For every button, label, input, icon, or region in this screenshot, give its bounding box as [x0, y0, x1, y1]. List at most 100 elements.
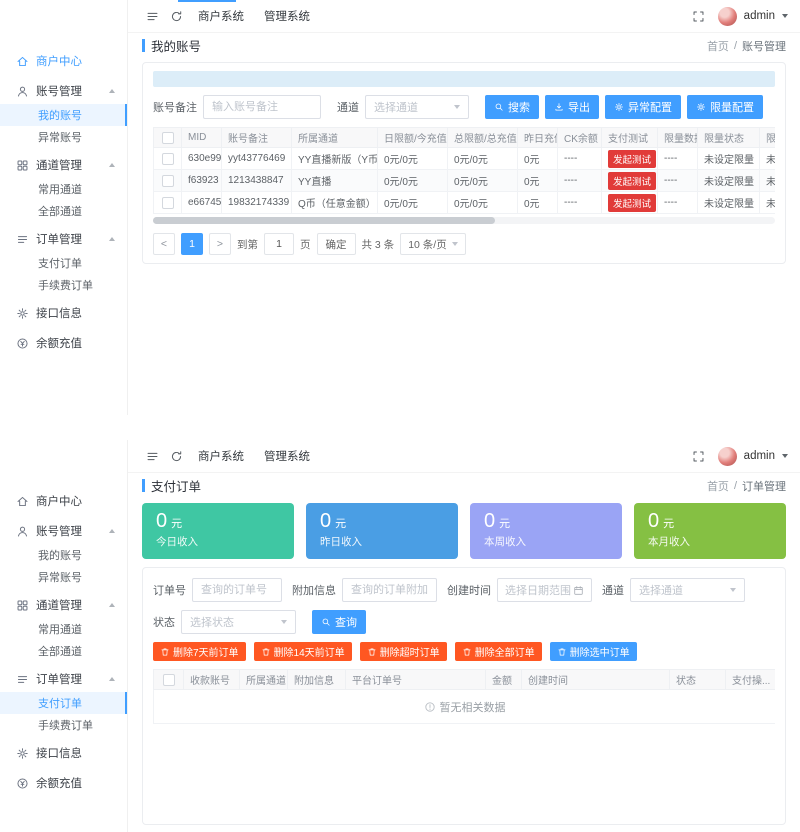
initiate-test-button[interactable]: 发起测试 [608, 194, 656, 212]
sidebar-item-all-channel[interactable]: 全部通道 [0, 640, 127, 662]
order-no-input[interactable] [192, 578, 282, 602]
menu-toggle-icon[interactable] [140, 440, 164, 472]
menu-toggle-icon[interactable] [140, 0, 164, 32]
remark-input[interactable] [203, 95, 321, 119]
channel-select[interactable]: 选择通道 [365, 95, 469, 119]
tab-admin-system[interactable]: 管理系统 [254, 440, 320, 472]
user-icon [16, 85, 29, 98]
stat-unit: 元 [499, 518, 510, 530]
next-page-button[interactable]: > [209, 233, 231, 255]
trash-icon [261, 647, 271, 657]
sidebar-item-label: 通道管理 [36, 597, 82, 613]
sidebar-item-api-info[interactable]: 接口信息 [0, 300, 127, 326]
avatar[interactable] [718, 447, 737, 466]
scrollbar-thumb[interactable] [153, 217, 495, 224]
delete-button-label: 删除7天前订单 [173, 644, 239, 659]
sidebar-item-api-info[interactable]: 接口信息 [0, 740, 127, 766]
topbar: 商户系统 管理系统 admin [128, 440, 800, 473]
select-all-checkbox[interactable] [163, 674, 175, 686]
sidebar-item-merchant-center[interactable]: 商户中心 [0, 488, 127, 514]
row-checkbox[interactable] [162, 197, 174, 209]
sidebar-item-account-mgmt[interactable]: 账号管理 [0, 78, 127, 104]
row-checkbox[interactable] [162, 153, 174, 165]
chevron-down-icon [730, 588, 736, 592]
cell-remark: yyt43776469 [222, 148, 292, 170]
confirm-page-button[interactable]: 确定 [317, 233, 356, 255]
refresh-icon[interactable] [164, 0, 188, 32]
sidebar-item-order-mgmt[interactable]: 订单管理 [0, 226, 127, 252]
stat-card-month-income: 0元本月收入 [634, 503, 786, 559]
delete-all-orders-button[interactable]: 删除全部订单 [455, 642, 542, 661]
trash-icon [367, 647, 377, 657]
sidebar-item-my-account[interactable]: 我的账号 [0, 104, 127, 126]
cell-limit_status: 未设定限量 [698, 192, 760, 214]
sidebar-item-label: 接口信息 [36, 745, 82, 761]
sidebar-item-fee-order[interactable]: 手续费订单 [0, 714, 127, 736]
sidebar-item-balance-recharge[interactable]: 余额充值 [0, 330, 127, 356]
tab-merchant-system[interactable]: 商户系统 [188, 440, 254, 472]
sidebar-item-fee-order[interactable]: 手续费订单 [0, 274, 127, 296]
export-button-label: 导出 [568, 99, 590, 115]
delete-timeout-orders-button[interactable]: 删除超时订单 [360, 642, 447, 661]
initiate-test-button[interactable]: 发起测试 [608, 172, 656, 190]
stat-card-today-income: 0元今日收入 [142, 503, 294, 559]
cell-daily: 0元/0元 [378, 192, 448, 214]
sidebar-item-balance-recharge[interactable]: 余额充值 [0, 770, 127, 796]
column-header: 所属通道 [292, 128, 378, 148]
tab-admin-system[interactable]: 管理系统 [254, 0, 320, 32]
prev-page-button[interactable]: < [153, 233, 175, 255]
breadcrumb-home[interactable]: 首页 [707, 38, 729, 54]
page-size-select[interactable]: 10 条/页 [400, 233, 466, 255]
sidebar-item-account-mgmt[interactable]: 账号管理 [0, 518, 127, 544]
abnormal-config-button[interactable]: 异常配置 [605, 95, 681, 119]
channel-select[interactable]: 选择通道 [630, 578, 745, 602]
select-all-checkbox[interactable] [162, 132, 174, 144]
breadcrumb-home[interactable]: 首页 [707, 478, 729, 494]
sidebar-item-pay-order[interactable]: 支付订单 [0, 252, 127, 274]
goto-page-input[interactable] [264, 233, 294, 255]
channel-label: 通道 [337, 99, 359, 115]
sidebar-item-pay-order[interactable]: 支付订单 [0, 692, 127, 714]
sidebar-item-common-channel[interactable]: 常用通道 [0, 178, 127, 200]
current-page-button[interactable]: 1 [181, 233, 203, 255]
column-header: 收款账号 [184, 670, 240, 690]
user-menu[interactable]: admin [744, 450, 775, 462]
initiate-test-button[interactable]: 发起测试 [608, 150, 656, 168]
row-checkbox[interactable] [162, 175, 174, 187]
sidebar-item-channel-mgmt[interactable]: 通道管理 [0, 592, 127, 618]
cell-limit_data: ---- [658, 192, 698, 214]
sidebar-item-label: 账号管理 [36, 83, 82, 99]
sidebar-item-order-mgmt[interactable]: 订单管理 [0, 666, 127, 692]
query-button[interactable]: 查询 [312, 610, 366, 634]
status-select[interactable]: 选择状态 [181, 610, 296, 634]
column-header: 总限额/总充值 [448, 128, 518, 148]
avatar[interactable] [718, 7, 737, 26]
empty-state: 暂无相关数据 [154, 690, 776, 724]
sidebar-item-merchant-center[interactable]: 商户中心 [0, 48, 127, 74]
select-placeholder: 选择状态 [190, 614, 234, 630]
extra-info-input[interactable] [342, 578, 437, 602]
delete-14d-orders-button[interactable]: 删除14天前订单 [254, 642, 352, 661]
cell-yesterday: 0元 [518, 170, 558, 192]
fullscreen-icon[interactable] [687, 10, 711, 23]
sidebar-item-abnormal-account[interactable]: 异常账号 [0, 126, 127, 148]
delete-7d-orders-button[interactable]: 删除7天前订单 [153, 642, 246, 661]
export-button[interactable]: 导出 [545, 95, 599, 119]
sidebar-item-all-channel[interactable]: 全部通道 [0, 200, 127, 222]
cell-mid: e66745 [182, 192, 222, 214]
sidebar-item-my-account[interactable]: 我的账号 [0, 544, 127, 566]
sidebar-item-channel-mgmt[interactable]: 通道管理 [0, 152, 127, 178]
sidebar-item-abnormal-account[interactable]: 异常账号 [0, 566, 127, 588]
refresh-icon[interactable] [164, 440, 188, 472]
fullscreen-icon[interactable] [687, 450, 711, 463]
select-placeholder: 选择通道 [639, 582, 683, 598]
tab-merchant-system[interactable]: 商户系统 [188, 0, 254, 32]
search-button[interactable]: 搜索 [485, 95, 539, 119]
channel-icon [16, 159, 29, 172]
delete-selected-orders-button[interactable]: 删除选中订单 [550, 642, 637, 661]
sidebar-item-label: 全部通道 [38, 643, 82, 659]
user-menu[interactable]: admin [744, 10, 775, 22]
limit-config-button[interactable]: 限量配置 [687, 95, 763, 119]
date-range-input[interactable]: 选择日期范围 [497, 578, 592, 602]
sidebar-item-common-channel[interactable]: 常用通道 [0, 618, 127, 640]
